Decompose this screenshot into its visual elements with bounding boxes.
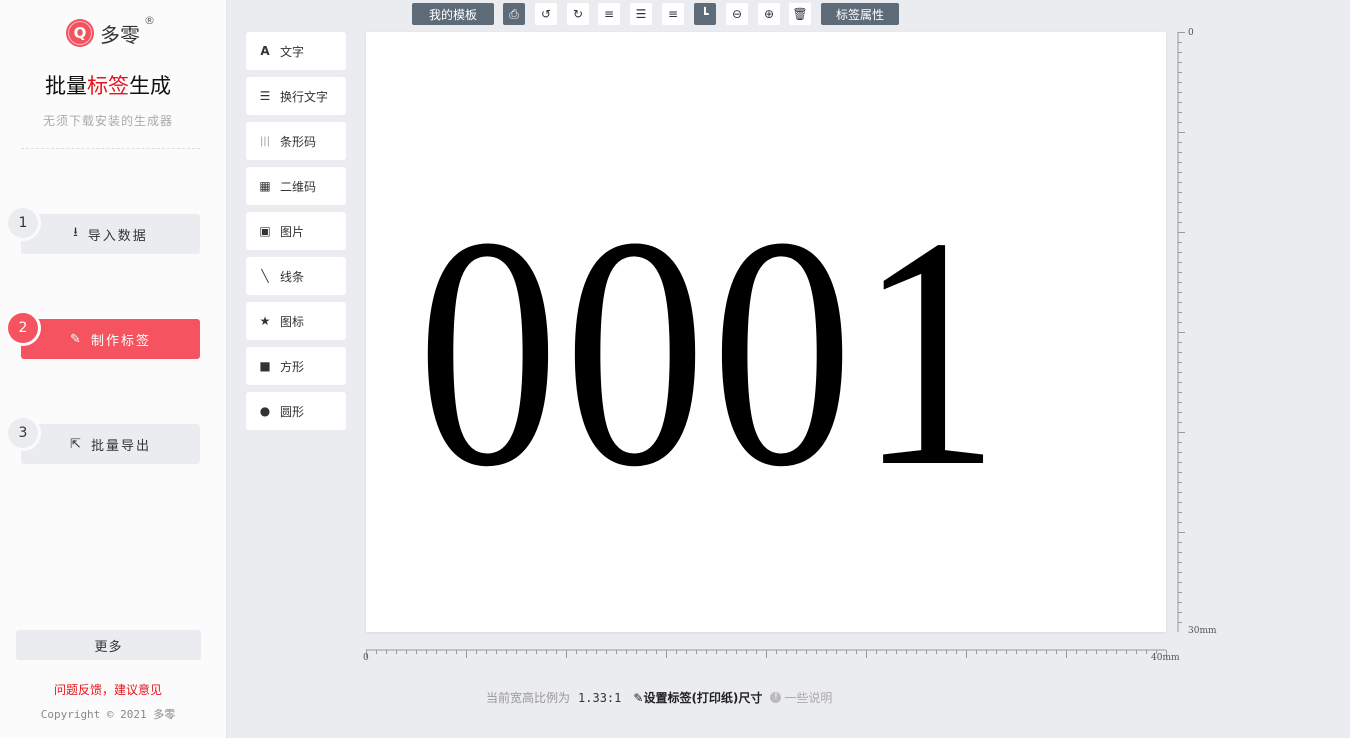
tool-icon[interactable]: ★ 图标	[246, 302, 346, 340]
step-label: 导入数据	[87, 228, 148, 244]
title-pre: 批量	[45, 74, 87, 98]
ratio-value: 1.33:1	[578, 690, 622, 705]
batch-export-button[interactable]: ⇱ 批量导出	[21, 424, 200, 464]
image-icon: ▣	[259, 224, 271, 238]
download-icon: ⭳	[73, 225, 80, 240]
multiline-text-icon: ☰	[259, 89, 271, 103]
app-title: 批量标签生成	[0, 70, 216, 100]
import-data-button[interactable]: ⭳ 导入数据	[21, 214, 200, 254]
step-number-1: 1	[8, 208, 38, 238]
tool-label: 二维码	[280, 179, 317, 194]
notes-label: 一些说明	[784, 691, 833, 705]
more-button[interactable]: 更多	[16, 630, 201, 660]
tool-qrcode[interactable]: ▦ 二维码	[246, 167, 346, 205]
share-icon: ⇱	[70, 436, 83, 452]
vruler-end-label: 30mm	[1188, 626, 1217, 636]
tool-square[interactable]: ■ 方形	[246, 347, 346, 385]
vruler-start-label: 0	[1188, 28, 1194, 38]
hruler-start-label: 0	[363, 653, 369, 663]
logo[interactable]: Q 多零 ®	[66, 14, 155, 50]
sidebar: Q 多零 ® 批量标签生成 无须下载安装的生成器 1 ⭳ 导入数据 2 ✎ 制作…	[0, 0, 227, 738]
title-highlight: 标签	[87, 74, 129, 98]
label-properties-button[interactable]: 标签属性	[821, 3, 899, 25]
tool-multiline-text[interactable]: ☰ 换行文字	[246, 77, 346, 115]
ratio-label: 当前宽高比例为	[486, 691, 571, 705]
tool-barcode[interactable]: ||| 条形码	[246, 122, 346, 160]
step-label: 制作标签	[90, 333, 151, 349]
square-icon: ■	[259, 359, 271, 373]
align-left-icon[interactable]: ≡	[598, 3, 620, 25]
qrcode-icon: ▦	[259, 179, 271, 193]
tool-label: 线条	[280, 269, 305, 284]
tool-image[interactable]: ▣ 图片	[246, 212, 346, 250]
my-templates-button[interactable]: 我的模板	[412, 3, 494, 25]
tool-label: 圆形	[280, 404, 305, 419]
horizontal-ruler-ticks	[366, 650, 1167, 658]
vertical-ruler	[1177, 32, 1185, 632]
label-canvas[interactable]: 0001	[366, 32, 1166, 632]
title-post: 生成	[129, 74, 171, 98]
copyright: Copyright © 2021 多零	[40, 708, 176, 721]
divider	[21, 148, 200, 149]
set-size-label: 设置标签(打印纸)尺寸	[643, 691, 763, 705]
logo-icon: Q	[66, 19, 94, 47]
tool-line[interactable]: ╲ 线条	[246, 257, 346, 295]
app-subtitle: 无须下载安装的生成器	[42, 114, 173, 128]
notes-link[interactable]: ! 一些说明	[770, 689, 832, 706]
edit-icon: ✎	[70, 331, 83, 347]
line-icon: ╲	[261, 269, 269, 283]
redo-icon[interactable]: ↻	[567, 3, 589, 25]
tool-label: 换行文字	[280, 89, 329, 104]
delete-icon[interactable]: 🗑	[789, 3, 811, 25]
undo-icon[interactable]: ↺	[535, 3, 557, 25]
hruler-end-label: 40mm	[1151, 653, 1180, 663]
edit-icon: ✎	[633, 691, 644, 705]
tool-label: 图片	[280, 224, 305, 239]
vertical-ruler-ticks	[1178, 32, 1185, 623]
tool-label: 文字	[280, 44, 305, 59]
status-bar: 当前宽高比例为 1.33:1 ✎设置标签(打印纸)尺寸 ! 一些说明	[486, 689, 832, 706]
tool-text[interactable]: A 文字	[246, 32, 346, 70]
info-icon: !	[770, 692, 782, 703]
registered-mark: ®	[144, 14, 155, 27]
barcode-icon: |||	[259, 135, 271, 147]
text-icon: A	[260, 44, 270, 58]
align-right-icon[interactable]: ≡	[662, 3, 684, 25]
star-icon: ★	[259, 314, 271, 328]
step-label: 批量导出	[90, 438, 151, 454]
make-label-button[interactable]: ✎ 制作标签	[21, 319, 200, 359]
step-number-3: 3	[8, 418, 38, 448]
brand-name: 多零	[100, 22, 140, 47]
tool-circle[interactable]: ● 圆形	[246, 392, 346, 430]
circle-icon: ●	[259, 404, 271, 418]
align-center-icon[interactable]: ☰	[630, 3, 652, 25]
set-size-link[interactable]: ✎设置标签(打印纸)尺寸	[633, 689, 762, 706]
step-number-2: 2	[8, 313, 38, 343]
print-icon[interactable]: ⎙	[503, 3, 525, 25]
zoom-out-icon[interactable]: ⊖	[726, 3, 748, 25]
horizontal-ruler	[366, 649, 1167, 658]
feedback-link[interactable]: 问题反馈，建议意见	[0, 681, 216, 698]
corner-icon[interactable]: ┗	[694, 3, 716, 25]
zoom-in-icon[interactable]: ⊕	[758, 3, 780, 25]
label-text-element[interactable]: 0001	[417, 188, 1005, 518]
tool-label: 方形	[280, 359, 305, 374]
tool-label: 图标	[280, 314, 305, 329]
tool-label: 条形码	[280, 134, 317, 149]
